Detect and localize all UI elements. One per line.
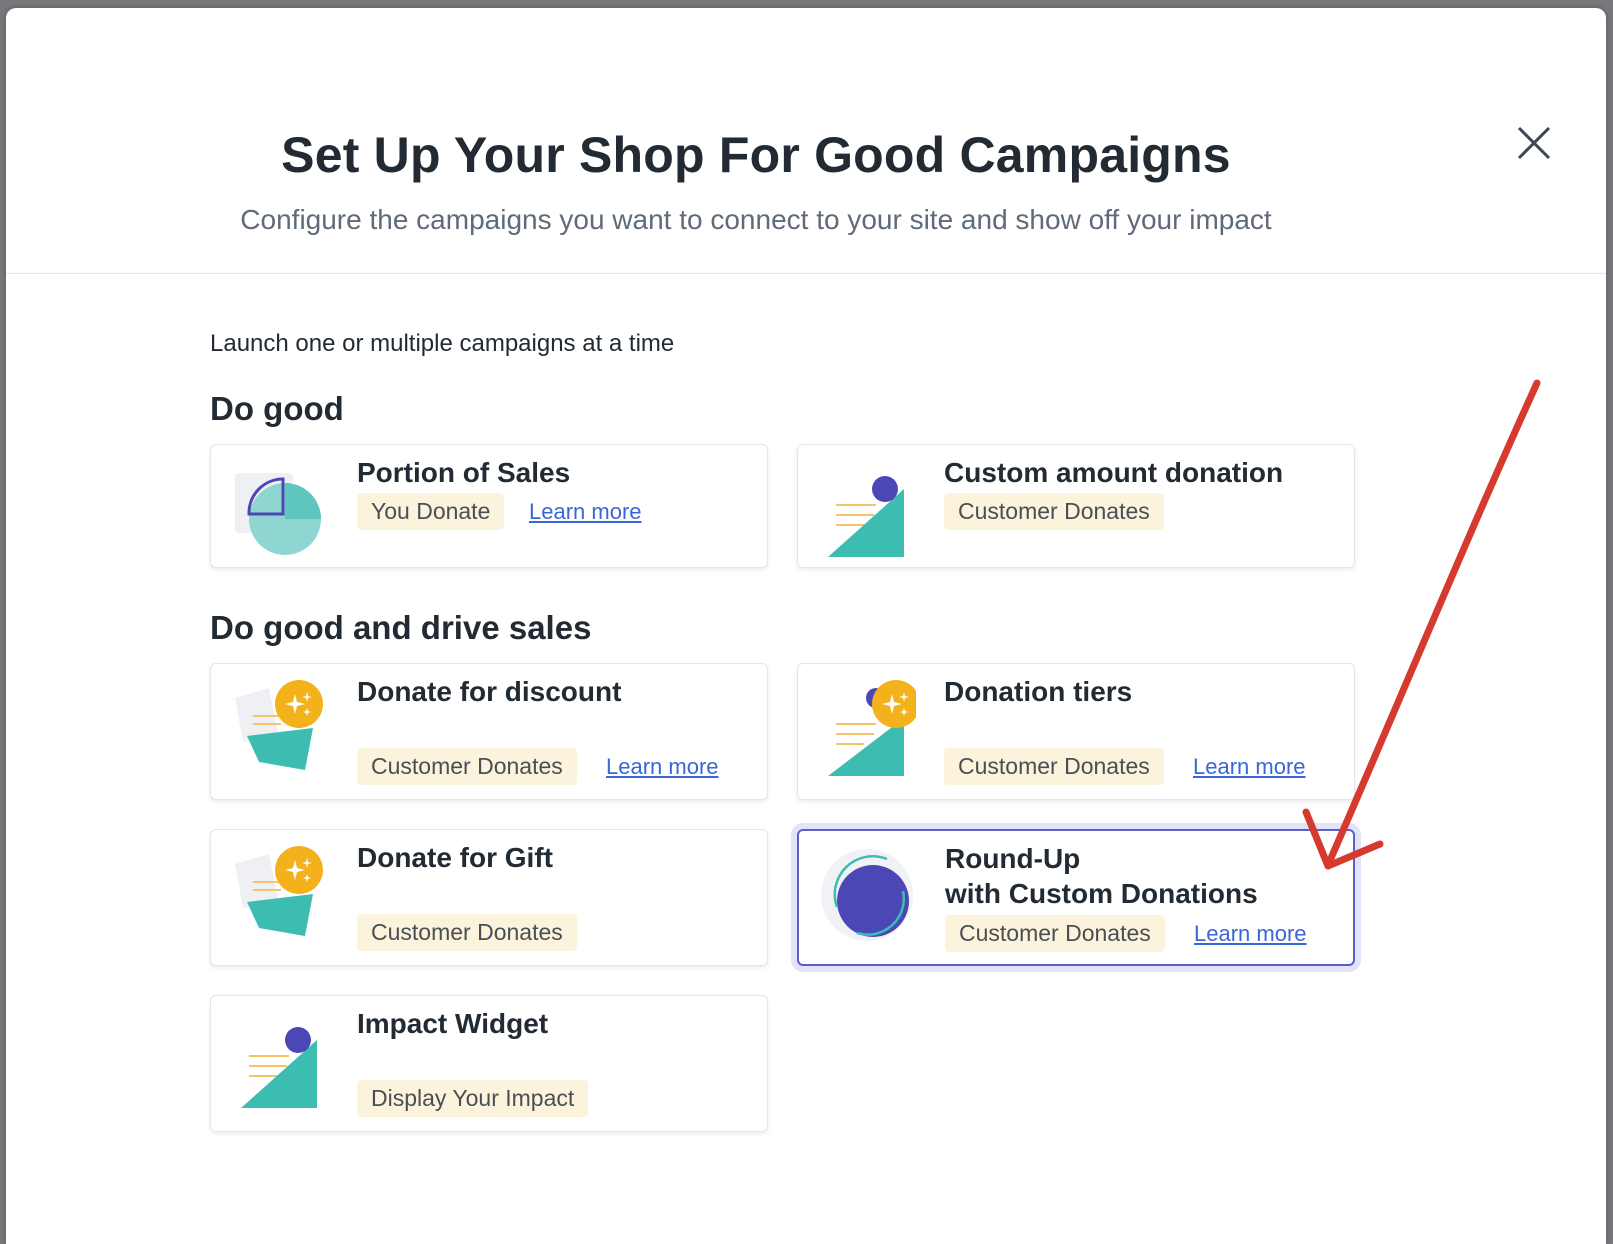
card-custom-amount-donation[interactable]: Custom amount donation Customer Donates	[797, 444, 1355, 568]
section-title-do-good: Do good	[210, 390, 344, 427]
modal-subtitle: Configure the campaigns you want to conn…	[240, 204, 1272, 235]
round-up-circle-icon	[817, 845, 917, 945]
card-title: Donate for Gift	[357, 842, 553, 873]
donor-badge: Customer Donates	[357, 914, 577, 951]
card-title: Round-Up with Custom Donations	[945, 841, 1345, 911]
modal-header: Set Up Your Shop For Good Campaigns Conf…	[6, 8, 1606, 274]
triangle-ball-icon	[816, 459, 916, 559]
donor-badge: Customer Donates	[944, 748, 1164, 785]
card-title: Donation tiers	[944, 676, 1133, 707]
donor-badge: Customer Donates	[357, 748, 577, 785]
learn-more-link[interactable]: Learn more	[529, 499, 642, 525]
gift-sparkle-icon	[229, 844, 329, 944]
card-title: Donate for discount	[357, 676, 622, 707]
donor-badge: Customer Donates	[945, 915, 1165, 952]
card-title-line-2: with Custom Donations	[945, 878, 1258, 909]
donor-badge: You Donate	[357, 493, 505, 530]
card-round-up-custom-donations[interactable]: Round-Up with Custom Donations Customer …	[797, 829, 1355, 966]
card-portion-of-sales[interactable]: Portion of Sales You Donate Learn more	[210, 444, 768, 568]
section-title-do-good-drive-sales: Do good and drive sales	[210, 609, 592, 646]
modal-title: Set Up Your Shop For Good Campaigns	[281, 127, 1231, 183]
card-title-line-1: Round-Up	[945, 843, 1081, 874]
close-icon[interactable]	[1511, 120, 1557, 166]
learn-more-link[interactable]: Learn more	[1194, 921, 1307, 947]
donor-badge: Customer Donates	[944, 493, 1164, 530]
pie-chart-icon	[229, 459, 329, 559]
discount-sparkle-icon	[229, 678, 329, 778]
card-donation-tiers[interactable]: Donation tiers Customer Donates Learn mo…	[797, 663, 1355, 800]
card-impact-widget[interactable]: Impact Widget Display Your Impact	[210, 995, 768, 1132]
donor-badge: Display Your Impact	[357, 1080, 589, 1117]
intro-text: Launch one or multiple campaigns at a ti…	[210, 330, 675, 357]
card-title: Impact Widget	[357, 1008, 549, 1039]
card-title: Portion of Sales	[357, 457, 571, 488]
impact-widget-icon	[229, 1010, 329, 1110]
tiers-sparkle-icon	[816, 678, 920, 778]
card-donate-for-gift[interactable]: Donate for Gift Customer Donates	[210, 829, 768, 966]
card-title: Custom amount donation	[944, 457, 1284, 488]
card-donate-for-discount[interactable]: Donate for discount Customer Donates Lea…	[210, 663, 768, 800]
learn-more-link[interactable]: Learn more	[1193, 754, 1306, 780]
learn-more-link[interactable]: Learn more	[606, 754, 719, 780]
